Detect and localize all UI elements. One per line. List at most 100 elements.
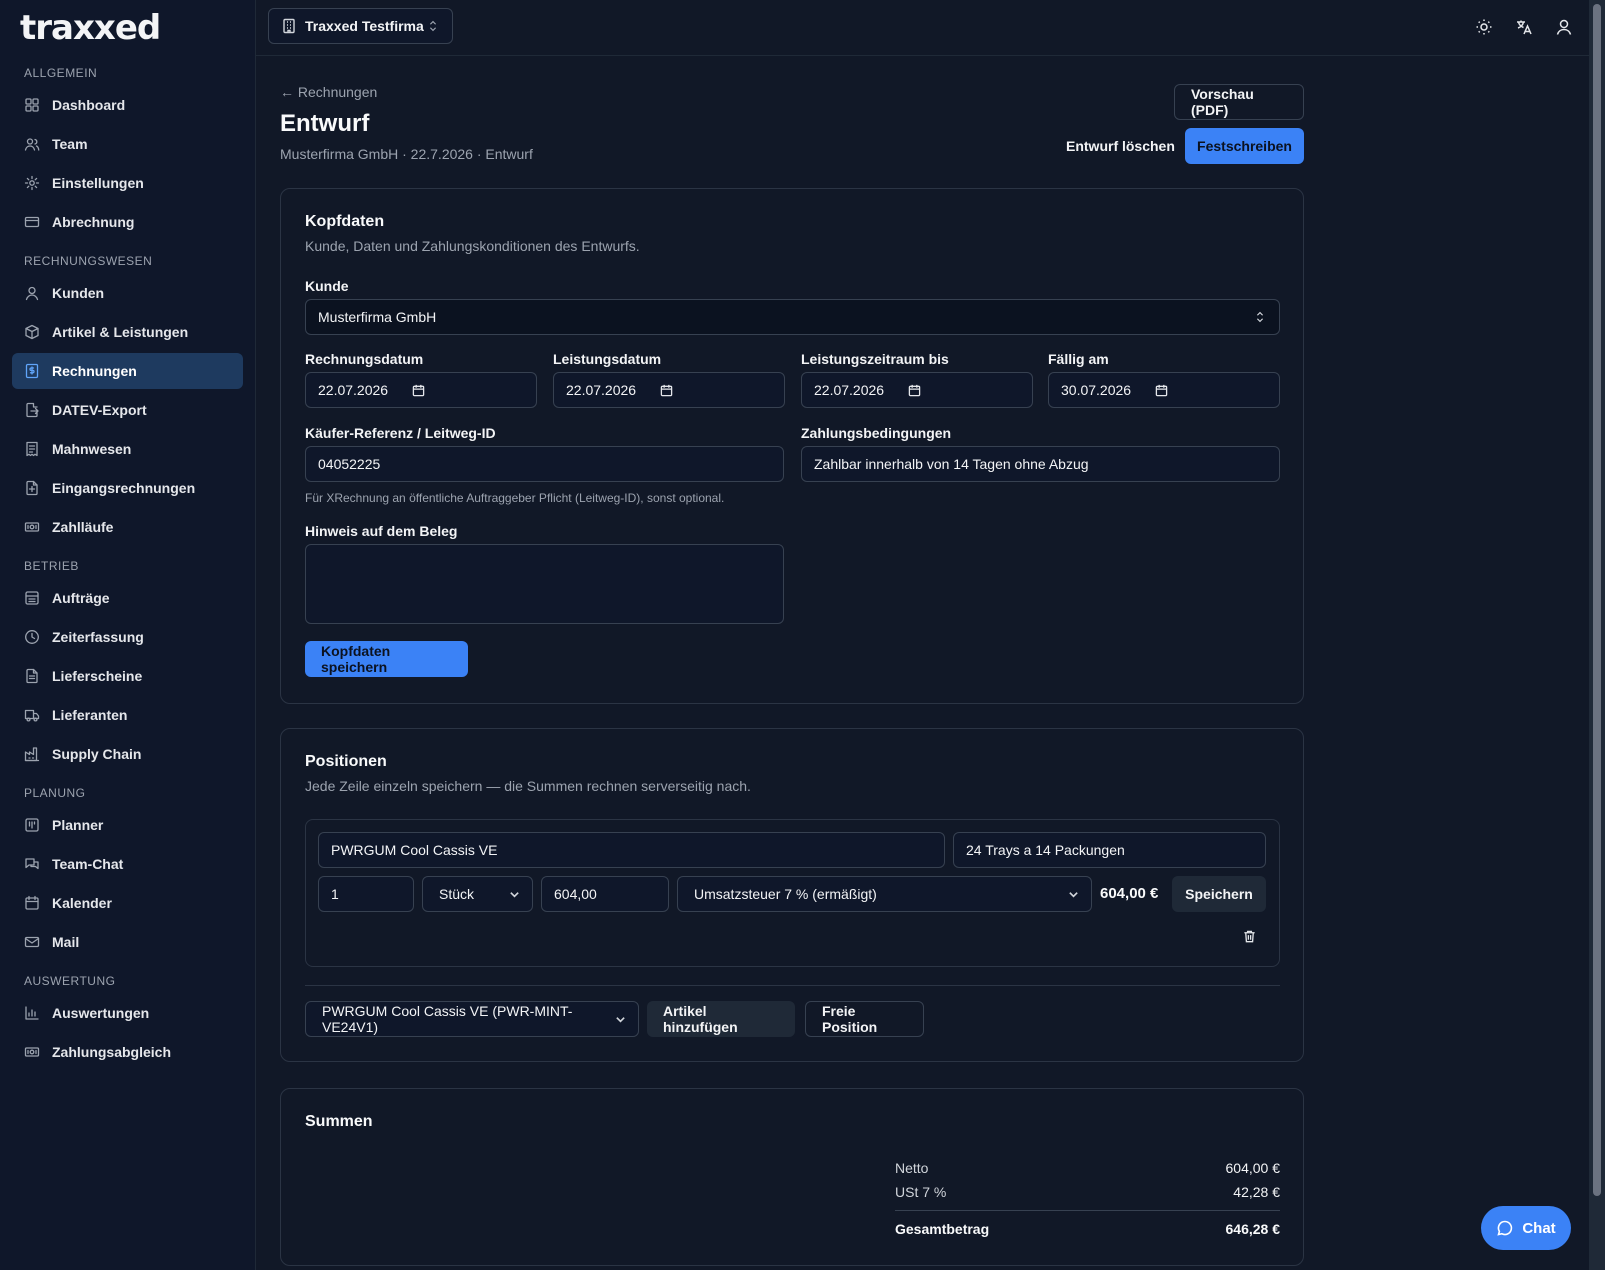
- trash-icon[interactable]: [1242, 929, 1258, 945]
- card-title: Positionen: [305, 753, 387, 770]
- page-subtitle: Musterfirma GmbH · 22.7.2026 · Entwurf: [280, 146, 533, 162]
- back-to-invoices-link[interactable]: ← Rechnungen: [280, 84, 377, 100]
- sidebar-item-rechnungen[interactable]: Rechnungen: [12, 353, 243, 389]
- sidebar-item-lieferscheine[interactable]: Lieferscheine: [12, 658, 243, 694]
- buyer-reference-input[interactable]: 04052225: [305, 446, 784, 482]
- save-header-button[interactable]: Kopfdaten speichern: [305, 641, 468, 677]
- page-scrollbar[interactable]: [1589, 0, 1605, 1270]
- tenant-switcher[interactable]: Traxxed Testfirma: [268, 8, 453, 44]
- sidebar-item-team-chat[interactable]: Team-Chat: [12, 846, 243, 882]
- sidebar-item-aufträge[interactable]: Aufträge: [12, 580, 243, 616]
- sidebar-item-mahnwesen[interactable]: Mahnwesen: [12, 431, 243, 467]
- nav-section-title: BETRIEB: [24, 559, 79, 573]
- sidebar-item-label: Kunden: [52, 285, 105, 301]
- preview-pdf-button[interactable]: Vorschau (PDF): [1174, 84, 1304, 120]
- sidebar-item-label: Zahlläufe: [52, 519, 114, 535]
- chat-bubble-icon: [1496, 1219, 1514, 1237]
- customer-select[interactable]: Musterfirma GmbH: [305, 299, 1280, 335]
- sidebar-item-artikel-leistungen[interactable]: Artikel & Leistungen: [12, 314, 243, 350]
- sidebar-item-planner[interactable]: Planner: [12, 807, 243, 843]
- sums-card: Summen Netto 604,00 € USt 7 % 42,28 € Ge…: [280, 1088, 1304, 1266]
- sidebar-item-dashboard[interactable]: Dashboard: [12, 87, 243, 123]
- payment-terms-value: Zahlbar innerhalb von 14 Tagen ohne Abzu…: [814, 456, 1089, 472]
- invoice-date-input[interactable]: 22.07.2026: [305, 372, 537, 408]
- sidebar-item-kalender[interactable]: Kalender: [12, 885, 243, 921]
- calendar-icon[interactable]: [412, 384, 425, 397]
- line-save-button[interactable]: Speichern: [1172, 876, 1266, 912]
- calendar-icon[interactable]: [908, 384, 921, 397]
- credit-card-icon: [24, 214, 40, 230]
- sidebar-item-label: Mahnwesen: [52, 441, 132, 457]
- sidebar-item-zahlungsabgleich[interactable]: Zahlungsabgleich: [12, 1034, 243, 1070]
- sidebar-item-auswertungen[interactable]: Auswertungen: [12, 995, 243, 1031]
- due-date-input[interactable]: 30.07.2026: [1048, 372, 1280, 408]
- payment-terms-input[interactable]: Zahlbar innerhalb von 14 Tagen ohne Abzu…: [801, 446, 1280, 482]
- line-quantity-input[interactable]: 1: [318, 876, 414, 912]
- sidebar-item-label: Einstellungen: [52, 175, 144, 191]
- sidebar-item-label: Mail: [52, 934, 80, 950]
- add-article-button[interactable]: Artikel hinzufügen: [647, 1001, 795, 1037]
- sidebar-item-supply-chain[interactable]: Supply Chain: [12, 736, 243, 772]
- due-date-value: 30.07.2026: [1061, 382, 1132, 398]
- language-icon[interactable]: [1515, 18, 1533, 36]
- sidebar-item-einstellungen[interactable]: Einstellungen: [12, 165, 243, 201]
- kanban-icon: [24, 817, 40, 833]
- app-logo[interactable]: traxxed: [12, 0, 243, 56]
- customer-value: Musterfirma GmbH: [318, 309, 437, 325]
- calendar-icon[interactable]: [660, 384, 673, 397]
- line-tax-select[interactable]: Umsatzsteuer 7 % (ermäßigt): [677, 876, 1092, 912]
- sidebar-item-label: Zeiterfassung: [52, 629, 144, 645]
- sidebar-item-eingangsrechnungen[interactable]: Eingangsrechnungen: [12, 470, 243, 506]
- user-profile-icon[interactable]: [1555, 18, 1573, 36]
- service-date-input[interactable]: 22.07.2026: [553, 372, 785, 408]
- invoice-icon: [24, 363, 40, 379]
- sidebar-item-label: Aufträge: [52, 590, 110, 606]
- calendar-icon[interactable]: [1155, 384, 1168, 397]
- chat-label: Chat: [1522, 1219, 1556, 1237]
- sidebar-item-abrechnung[interactable]: Abrechnung: [12, 204, 243, 240]
- vat-label: USt 7 %: [895, 1184, 947, 1200]
- net-value: 604,00 €: [1225, 1160, 1281, 1176]
- delete-draft-button[interactable]: Entwurf löschen: [1050, 128, 1191, 164]
- card-description: Jede Zeile einzeln speichern — die Summe…: [305, 778, 751, 794]
- chevrons-up-down-icon: [426, 19, 440, 33]
- nav-section-title: RECHNUNGSWESEN: [24, 254, 153, 268]
- sidebar-item-mail[interactable]: Mail: [12, 924, 243, 960]
- chat-button[interactable]: Chat: [1481, 1206, 1571, 1250]
- line-description-input[interactable]: 24 Trays a 14 Packungen: [953, 832, 1266, 868]
- nav-section-title: PLANUNG: [24, 786, 86, 800]
- service-until-input[interactable]: 22.07.2026: [801, 372, 1033, 408]
- customer-label: Kunde: [305, 278, 349, 294]
- sidebar-item-lieferanten[interactable]: Lieferanten: [12, 697, 243, 733]
- chevron-down-icon: [1068, 889, 1079, 900]
- line-unit-select[interactable]: Stück: [422, 876, 533, 912]
- sidebar-item-label: Abrechnung: [52, 214, 135, 230]
- net-row: Netto 604,00 €: [895, 1160, 1280, 1176]
- line-price-input[interactable]: 604,00: [541, 876, 669, 912]
- card-title: Kopfdaten: [305, 213, 385, 230]
- theme-sun-icon[interactable]: [1475, 18, 1493, 36]
- card-description: Kunde, Daten und Zahlungskonditionen des…: [305, 238, 640, 254]
- receipt-icon: [24, 441, 40, 457]
- buyer-reference-label: Käufer-Referenz / Leitweg-ID: [305, 425, 496, 441]
- due-date-label: Fällig am: [1048, 351, 1109, 367]
- line-name-input[interactable]: PWRGUM Cool Cassis VE: [318, 832, 945, 868]
- inbox-icon: [24, 480, 40, 496]
- finalize-button[interactable]: Festschreiben: [1185, 128, 1304, 164]
- line-price-value: 604,00: [554, 886, 597, 902]
- sidebar-item-team[interactable]: Team: [12, 126, 243, 162]
- sidebar-nav: ALLGEMEIN Dashboard Team Einstellungen Abrec…: [12, 66, 243, 1070]
- tenant-name: Traxxed Testfirma: [305, 18, 424, 34]
- free-position-button[interactable]: Freie Position: [805, 1001, 924, 1037]
- page-title: Entwurf: [280, 110, 370, 137]
- note-textarea[interactable]: [305, 544, 784, 624]
- vat-value: 42,28 €: [1233, 1184, 1280, 1200]
- sidebar-item-kunden[interactable]: Kunden: [12, 275, 243, 311]
- sidebar-item-label: Eingangsrechnungen: [52, 480, 196, 496]
- payment-terms-label: Zahlungsbedingungen: [801, 425, 952, 441]
- sidebar-item-zahlläufe[interactable]: Zahlläufe: [12, 509, 243, 545]
- article-select[interactable]: PWRGUM Cool Cassis VE (PWR-MINT-VE24V1): [305, 1001, 639, 1037]
- export-icon: [24, 402, 40, 418]
- sidebar-item-datev-export[interactable]: DATEV-Export: [12, 392, 243, 428]
- sidebar-item-zeiterfassung[interactable]: Zeiterfassung: [12, 619, 243, 655]
